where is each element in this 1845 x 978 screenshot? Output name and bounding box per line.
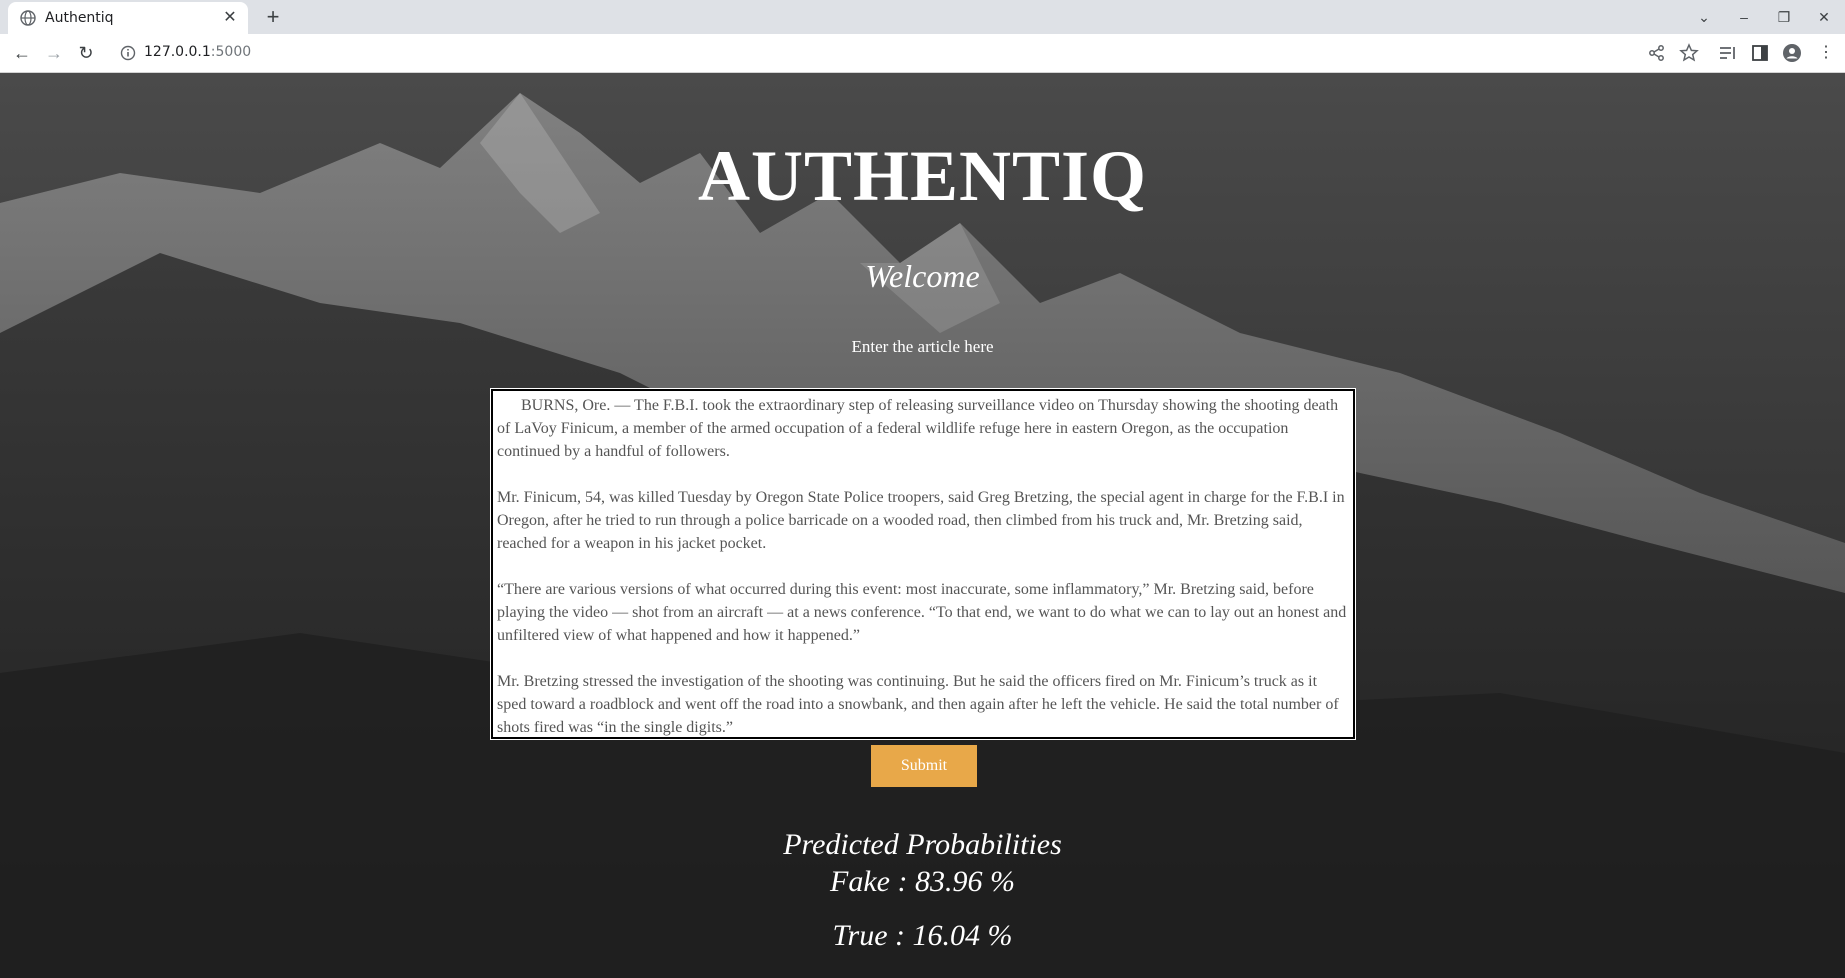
brand-title: AUTHENTIQ xyxy=(697,136,1148,216)
share-icon[interactable] xyxy=(1647,43,1667,63)
reload-icon[interactable]: ↻ xyxy=(74,42,98,64)
browser-tabstrip: Authentiq ✕ + ⌄ – ❐ ✕ xyxy=(0,0,1845,34)
plus-icon[interactable]: + xyxy=(260,4,286,30)
browser-tab[interactable]: Authentiq ✕ xyxy=(8,2,248,34)
close-icon[interactable]: ✕ xyxy=(220,8,240,28)
reading-list-icon[interactable] xyxy=(1717,43,1737,63)
info-icon[interactable] xyxy=(120,45,136,61)
chevron-down-icon[interactable]: ⌄ xyxy=(1693,6,1715,28)
fake-probability: Fake : 83.96 % xyxy=(830,865,1015,898)
restore-icon[interactable]: ❐ xyxy=(1773,6,1795,28)
minimize-icon[interactable]: – xyxy=(1733,6,1755,28)
window-close-icon[interactable]: ✕ xyxy=(1813,6,1835,28)
article-input-label: Enter the article here xyxy=(851,337,994,356)
true-probability: True : 16.04 % xyxy=(832,919,1013,952)
tab-title: Authentiq xyxy=(45,10,114,26)
submit-button[interactable]: Submit xyxy=(871,745,977,787)
article-textarea[interactable]: BURNS, Ore. — The F.B.I. took the extrao… xyxy=(490,388,1356,740)
back-icon[interactable]: ← xyxy=(10,42,34,64)
profile-icon[interactable] xyxy=(1782,43,1802,63)
url-port: :5000 xyxy=(210,44,252,60)
star-icon[interactable] xyxy=(1679,43,1699,63)
address-bar[interactable]: 127.0.0.1:5000 xyxy=(144,44,251,60)
side-panel-icon[interactable] xyxy=(1750,43,1770,63)
url-host: 127.0.0.1 xyxy=(144,44,211,60)
globe-icon xyxy=(20,10,36,26)
browser-toolbar: ← → ↻ 127.0.0.1:5000 ⋮ xyxy=(0,34,1845,73)
page-content: AUTHENTIQ Welcome Enter the article here… xyxy=(0,73,1845,978)
forward-icon[interactable]: → xyxy=(42,42,66,64)
welcome-heading: Welcome xyxy=(865,258,980,294)
menu-icon[interactable]: ⋮ xyxy=(1814,42,1838,64)
predictions-title: Predicted Probabilities xyxy=(783,828,1062,861)
